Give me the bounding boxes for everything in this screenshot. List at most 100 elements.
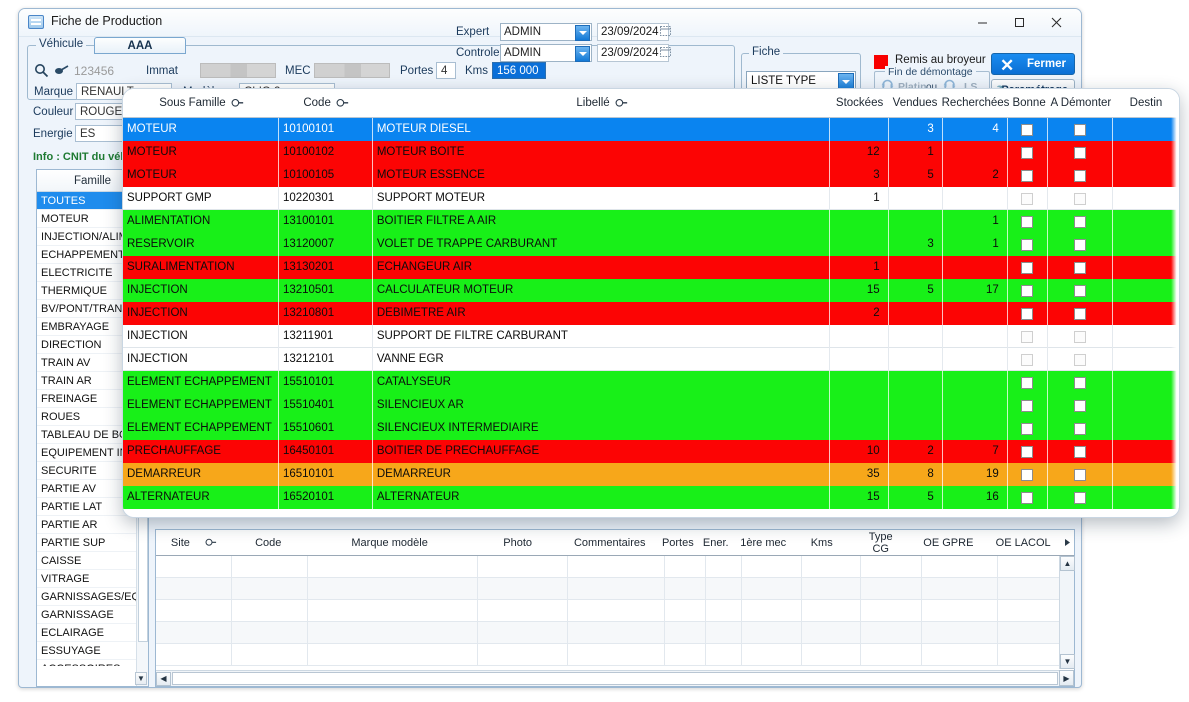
cell-bonne-checkbox[interactable] <box>1008 325 1048 348</box>
grid-column-header-libell-[interactable]: Libellé <box>372 89 830 117</box>
checkbox-icon[interactable] <box>1073 491 1086 504</box>
checkbox-icon[interactable] <box>1021 146 1034 159</box>
grid-column-header-vendues[interactable]: Vendues <box>888 89 941 117</box>
cell-demonter-checkbox[interactable] <box>1048 256 1113 279</box>
sidebar-item-partie-sup[interactable]: PARTIE SUP <box>37 534 148 552</box>
checkbox-icon[interactable] <box>1073 215 1086 228</box>
checkbox-icon[interactable] <box>1021 353 1034 366</box>
checkbox-icon[interactable] <box>1073 146 1086 159</box>
table-row[interactable]: RESERVOIR 13120007 VOLET DE TRAPPE CARBURA… <box>123 233 1179 256</box>
checkbox-icon[interactable] <box>1073 307 1086 320</box>
cell-bonne-checkbox[interactable] <box>1008 371 1048 394</box>
checkbox-icon[interactable] <box>1021 468 1034 481</box>
close-button[interactable]: ✕ Fermer <box>991 53 1075 75</box>
more-columns-icon[interactable] <box>1061 530 1074 556</box>
checkbox-icon[interactable] <box>1073 192 1086 205</box>
portes-field[interactable]: 4 <box>436 62 456 79</box>
cell-demonter-checkbox[interactable] <box>1048 141 1113 164</box>
details-column-header-1-re-mec[interactable]: 1ère mec <box>733 530 792 556</box>
chevron-down-icon[interactable] <box>575 46 590 62</box>
cell-demonter-checkbox[interactable] <box>1048 371 1113 394</box>
mec-field[interactable] <box>314 63 390 78</box>
cell-bonne-checkbox[interactable] <box>1008 348 1048 371</box>
cell-demonter-checkbox[interactable] <box>1048 417 1113 440</box>
sidebar-item-partie-ar[interactable]: PARTIE AR <box>37 516 148 534</box>
details-column-header-site[interactable]: Site <box>156 530 231 556</box>
cell-bonne-checkbox[interactable] <box>1008 233 1048 256</box>
checkbox-icon[interactable] <box>1073 376 1086 389</box>
details-column-header-code[interactable]: Code <box>231 530 306 556</box>
details-body[interactable] <box>156 556 1075 669</box>
search-icon[interactable] <box>203 535 219 551</box>
details-column-header-oe-lacol[interactable]: OE LACOL <box>986 530 1061 556</box>
checkbox-icon[interactable] <box>1073 123 1086 136</box>
vehicle-tab-aaa[interactable]: AAA <box>94 37 186 54</box>
checkbox-icon[interactable] <box>1073 353 1086 366</box>
table-row[interactable]: MOTEUR 10100102 MOTEUR BOITE 12 1 <box>123 141 1179 164</box>
table-row[interactable]: INJECTION 13212101 VANNE EGR <box>123 348 1179 371</box>
grid-column-header-a-d-monter[interactable]: A Démonter <box>1049 89 1113 117</box>
calendar-icon[interactable] <box>660 25 671 40</box>
sidebar-item-accessoires[interactable]: ACCESSOIRES <box>37 660 148 666</box>
table-row[interactable]: ELEMENT ECHAPPEMENT 15510601 SILENCIEUX IN… <box>123 417 1179 440</box>
sidebar-item-essuyage[interactable]: ESSUYAGE <box>37 642 148 660</box>
table-row[interactable]: INJECTION 13210801 DEBIMETRE AIR 2 <box>123 302 1179 325</box>
checkbox-icon[interactable] <box>1021 399 1034 412</box>
maximize-icon[interactable] <box>1001 9 1038 35</box>
cell-demonter-checkbox[interactable] <box>1048 302 1113 325</box>
immat-field[interactable] <box>200 63 276 78</box>
checkbox-icon[interactable] <box>1021 284 1034 297</box>
table-row[interactable]: DEMARREUR 16510101 DEMARREUR 35 8 19 <box>123 463 1179 486</box>
details-column-header-oe-gpre[interactable]: OE GPRE <box>911 530 986 556</box>
cell-bonne-checkbox[interactable] <box>1008 187 1048 210</box>
details-column-header-type-cg[interactable]: Type CG <box>851 530 911 556</box>
kms-field[interactable]: 156 000 <box>492 62 546 79</box>
checkbox-icon[interactable] <box>1073 261 1086 274</box>
checkbox-icon[interactable] <box>1021 169 1034 182</box>
cell-bonne-checkbox[interactable] <box>1008 394 1048 417</box>
table-row[interactable]: INJECTION 13210501 CALCULATEUR MOTEUR 15 5 17 <box>123 279 1179 302</box>
checkbox-icon[interactable] <box>1021 491 1034 504</box>
details-vertical-scrollbar[interactable]: ▲ ▼ <box>1059 556 1075 669</box>
table-row[interactable]: MOTEUR 10100105 MOTEUR ESSENCE 3 5 2 <box>123 164 1179 187</box>
search-icon[interactable] <box>333 94 351 112</box>
cell-demonter-checkbox[interactable] <box>1048 325 1113 348</box>
details-row[interactable] <box>156 578 1075 600</box>
table-row[interactable]: ALIMENTATION 13100101 BOITIER FILTRE A AIR… <box>123 210 1179 233</box>
grid-column-header-destin[interactable]: Destin <box>1113 89 1179 117</box>
checkbox-icon[interactable] <box>1021 238 1034 251</box>
checkbox-icon[interactable] <box>1073 284 1086 297</box>
search-icon[interactable] <box>34 63 49 81</box>
cell-demonter-checkbox[interactable] <box>1048 440 1113 463</box>
checkbox-icon[interactable] <box>1021 422 1034 435</box>
cell-bonne-checkbox[interactable] <box>1008 463 1048 486</box>
cell-bonne-checkbox[interactable] <box>1008 440 1048 463</box>
controleur-select[interactable]: ADMIN <box>500 44 592 62</box>
chevron-down-icon[interactable]: ▼ <box>135 672 147 685</box>
details-column-header-commentaires[interactable]: Commentaires <box>562 530 658 556</box>
details-column-header-marque-mod-le[interactable]: Marque modèle <box>306 530 474 556</box>
table-row[interactable]: ALTERNATEUR 16520101 ALTERNATEUR 15 5 16 <box>123 486 1179 509</box>
scroll-down-icon[interactable]: ▼ <box>1060 654 1075 669</box>
checkbox-icon[interactable] <box>1021 330 1034 343</box>
checkbox-icon[interactable] <box>1021 261 1034 274</box>
cell-bonne-checkbox[interactable] <box>1008 164 1048 187</box>
cell-bonne-checkbox[interactable] <box>1008 279 1048 302</box>
details-horizontal-scrollbar[interactable]: ◀ <box>156 670 1059 686</box>
sidebar-item-vitrage[interactable]: VITRAGE <box>37 570 148 588</box>
articles-grid-body[interactable]: MOTEUR 10100101 MOTEUR DIESEL 3 4 MOTEUR 10100… <box>123 118 1179 517</box>
checkbox-icon[interactable] <box>1073 330 1086 343</box>
checkbox-icon[interactable] <box>1073 169 1086 182</box>
table-row[interactable]: ELEMENT ECHAPPEMENT 15510401 SILENCIEUX AR <box>123 394 1179 417</box>
search-icon[interactable] <box>612 94 630 112</box>
grid-column-header-bonne[interactable]: Bonne <box>1009 89 1048 117</box>
checkbox-icon[interactable] <box>1073 422 1086 435</box>
details-row[interactable] <box>156 644 1075 666</box>
details-column-header-portes[interactable]: Portes <box>658 530 698 556</box>
expert-date[interactable]: 23/09/2024 <box>597 23 669 41</box>
close-icon[interactable] <box>1038 9 1075 35</box>
grid-column-header-stock-es[interactable]: Stockées <box>831 89 889 117</box>
checkbox-icon[interactable] <box>1021 123 1034 136</box>
chevron-down-icon[interactable] <box>575 25 590 41</box>
cell-demonter-checkbox[interactable] <box>1048 348 1113 371</box>
